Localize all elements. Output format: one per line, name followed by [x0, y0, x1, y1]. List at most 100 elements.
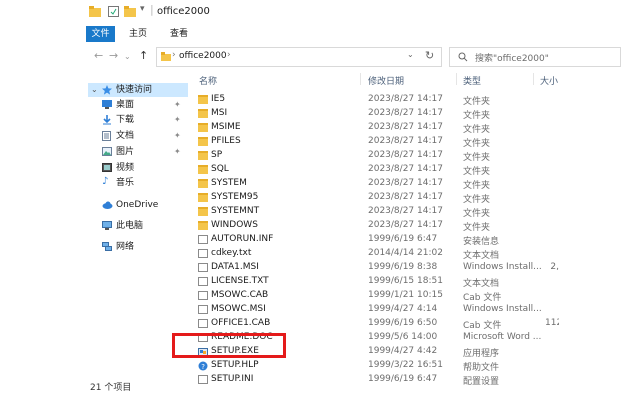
tab-view[interactable]: 查看	[166, 27, 192, 42]
file-date: 2014/4/14 21:02	[368, 248, 443, 258]
file-name: DATA1.MSI	[211, 262, 259, 272]
documents-icon	[102, 131, 112, 141]
file-date: 1999/6/19 8:38	[368, 262, 438, 272]
list-item[interactable]: cdkey.txt 2014/4/14 21:02 文本文档	[195, 247, 640, 261]
list-item[interactable]: WINDOWS 2023/8/27 14:17 文件夹	[195, 219, 640, 233]
nav-item-documents[interactable]: 文档 ✦	[88, 129, 188, 143]
nav-item-this-pc[interactable]: 此电脑	[88, 219, 188, 233]
list-item[interactable]: SYSTEM95 2023/8/27 14:17 文件夹	[195, 191, 640, 205]
pin-icon[interactable]: ✦	[174, 113, 181, 127]
file-date: 2023/8/27 14:17	[368, 164, 443, 174]
nav-item-downloads[interactable]: 下载 ✦	[88, 113, 188, 127]
list-item[interactable]: SYSTEM 2023/8/27 14:17 文件夹	[195, 177, 640, 191]
column-divider[interactable]	[456, 73, 457, 85]
tab-file[interactable]: 文件	[86, 26, 115, 42]
nav-item-pictures[interactable]: 图片 ✦	[88, 145, 188, 159]
refresh-icon[interactable]: ↻	[425, 49, 434, 62]
file-date: 2023/8/27 14:17	[368, 192, 443, 202]
folder-icon	[198, 193, 208, 202]
column-header-modified[interactable]: 修改日期	[368, 74, 404, 87]
file-type: 应用程序	[463, 349, 500, 359]
search-box[interactable]: 搜索"office2000"	[449, 47, 621, 67]
list-item[interactable]: SQL 2023/8/27 14:17 文件夹	[195, 163, 640, 177]
file-date: 2023/8/27 14:17	[368, 136, 443, 146]
column-header-type[interactable]: 类型	[463, 74, 481, 87]
ribbon: 文件 主页 查看	[0, 24, 640, 44]
list-item[interactable]: IE5 2023/8/27 14:17 文件夹	[195, 93, 640, 107]
pin-icon[interactable]: ✦	[174, 98, 181, 112]
address-dropdown-icon[interactable]: ⌄	[407, 50, 414, 59]
address-path[interactable]: office2000	[179, 51, 227, 61]
navigation-bar: ← → ⌄ ↑ › office2000 › ⌄ ↻ 搜索"office2000…	[0, 43, 640, 70]
pin-icon[interactable]: ✦	[174, 145, 181, 159]
new-folder-icon[interactable]	[124, 6, 136, 17]
list-item[interactable]: DATA1.MSI 1999/6/19 8:38 Windows Install..…	[195, 261, 640, 275]
file-name: OFFICE1.CAB	[211, 318, 271, 328]
back-arrow-icon[interactable]: ←	[94, 50, 103, 62]
nav-quick-access[interactable]: ⌄ 快速访问	[88, 83, 188, 97]
properties-icon[interactable]	[108, 6, 120, 17]
pin-icon[interactable]: ✦	[174, 129, 181, 143]
desktop-icon	[102, 100, 112, 109]
videos-icon	[102, 163, 112, 172]
file-size: 112,	[545, 318, 559, 328]
column-divider[interactable]	[533, 73, 534, 85]
list-item[interactable]: MSIME 2023/8/27 14:17 文件夹	[195, 121, 640, 135]
file-name: MSIME	[211, 122, 241, 132]
tab-home[interactable]: 主页	[125, 27, 151, 42]
file-name: LICENSE.TXT	[211, 276, 269, 286]
list-item[interactable]: MSI 2023/8/27 14:17 文件夹	[195, 107, 640, 121]
file-icon	[198, 235, 208, 244]
pictures-icon	[102, 147, 112, 156]
nav-item-network[interactable]: 网络	[88, 240, 188, 254]
list-item[interactable]: PFILES 2023/8/27 14:17 文件夹	[195, 135, 640, 149]
breadcrumb-separator-icon: ›	[172, 50, 176, 60]
file-type: 文件夹	[463, 195, 491, 205]
nav-item-desktop[interactable]: 桌面 ✦	[88, 98, 188, 112]
column-divider[interactable]	[360, 73, 361, 85]
list-item[interactable]: SP 2023/8/27 14:17 文件夹	[195, 149, 640, 163]
nav-label: 文档	[116, 131, 135, 141]
nav-item-music[interactable]: ♪ 音乐	[88, 176, 188, 190]
list-item[interactable]: SETUP.INI 1999/6/19 6:47 配置设置	[195, 373, 640, 387]
address-bar[interactable]: › office2000 › ⌄ ↻	[156, 47, 442, 67]
file-type: Microsoft Word ...	[463, 332, 542, 342]
file-icon	[198, 305, 208, 314]
file-type: 文件夹	[463, 181, 491, 191]
file-date: 2023/8/27 14:17	[368, 122, 443, 132]
title-bar: ▾ | office2000	[0, 0, 640, 24]
recent-locations-icon[interactable]: ⌄	[124, 51, 131, 63]
file-type: 文件夹	[463, 167, 491, 177]
breadcrumb-chevron-icon[interactable]: ›	[227, 50, 231, 60]
list-item[interactable]: OFFICE1.CAB 1999/6/19 6:50 Cab 文件 112,	[195, 317, 640, 331]
nav-label: 快速访问	[116, 85, 153, 95]
forward-arrow-icon[interactable]: →	[109, 50, 118, 62]
list-item[interactable]: ? SETUP.HLP 1999/3/22 16:51 帮助文件	[195, 359, 640, 373]
nav-label: OneDrive	[116, 200, 159, 210]
search-input[interactable]: 搜索"office2000"	[475, 51, 549, 64]
star-icon	[102, 85, 112, 95]
file-type: 安装信息	[463, 237, 500, 247]
nav-item-videos[interactable]: 视频	[88, 161, 188, 175]
file-date: 1999/3/22 16:51	[368, 360, 443, 370]
list-item[interactable]: AUTORUN.INF 1999/6/19 6:47 安装信息	[195, 233, 640, 247]
list-item[interactable]: SYSTEMNT 2023/8/27 14:17 文件夹	[195, 205, 640, 219]
nav-item-onedrive[interactable]: OneDrive	[88, 198, 188, 212]
column-header-size[interactable]: 大小	[540, 74, 558, 87]
file-name: AUTORUN.INF	[211, 234, 274, 244]
column-header-name[interactable]: 名称	[199, 74, 217, 87]
up-arrow-icon[interactable]: ↑	[139, 50, 148, 62]
list-item[interactable]: MSOWC.CAB 1999/1/21 10:15 Cab 文件	[195, 289, 640, 303]
cloud-icon	[102, 200, 113, 209]
file-type: 文件夹	[463, 223, 491, 233]
list-item[interactable]: LICENSE.TXT 1999/6/15 18:51 文本文档	[195, 275, 640, 289]
status-item-count: 21 个项目	[90, 383, 132, 393]
list-item[interactable]: MSOWC.MSI 1999/4/27 4:14 Windows Install..…	[195, 303, 640, 317]
file-type: 文件夹	[463, 209, 491, 219]
folder-icon	[198, 165, 208, 174]
file-name: IE5	[211, 94, 226, 104]
expand-chevron-icon[interactable]: ⌄	[91, 83, 98, 97]
file-date: 2023/8/27 14:17	[368, 94, 443, 104]
file-type: Windows Install...	[463, 304, 542, 314]
music-icon: ♪	[102, 176, 109, 187]
